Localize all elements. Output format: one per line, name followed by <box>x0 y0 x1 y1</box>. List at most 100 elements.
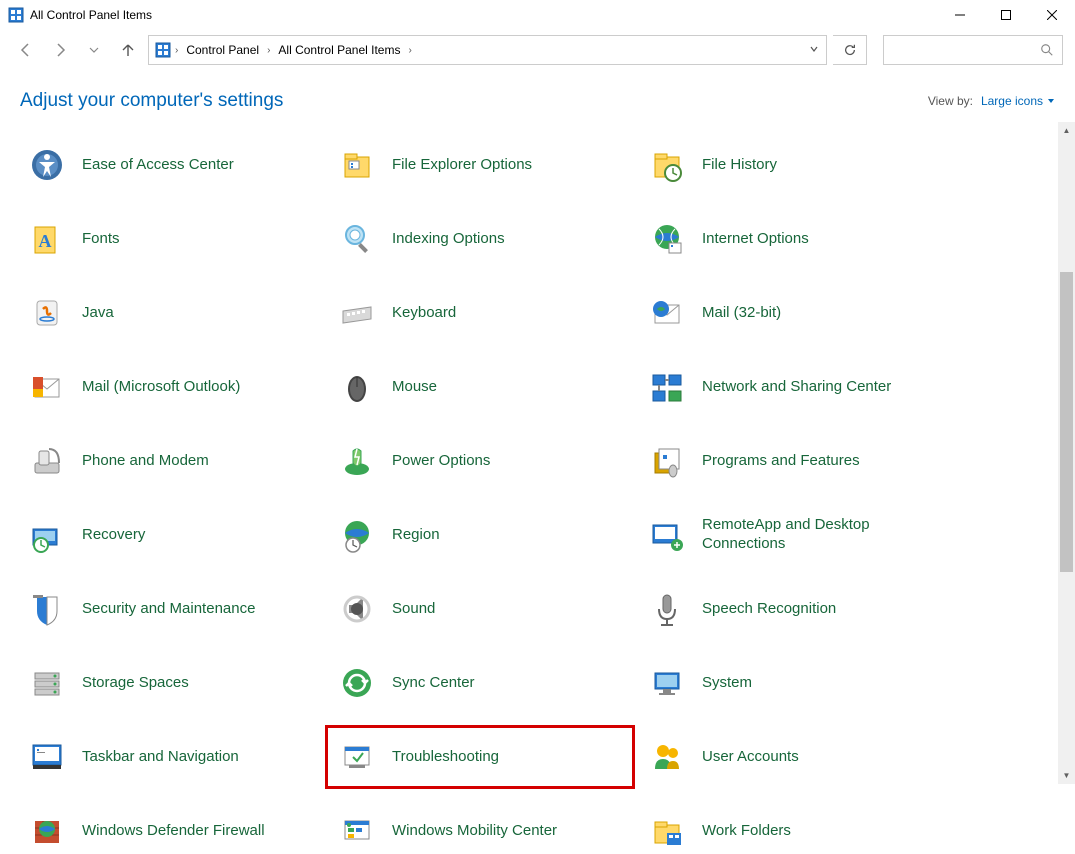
search-input[interactable] <box>883 35 1063 65</box>
cp-item-label: Work Folders <box>702 822 791 841</box>
cp-item-label: Java <box>82 304 114 323</box>
cp-item-remoteapp[interactable]: RemoteApp and Desktop Connections <box>640 512 950 558</box>
storage-icon <box>26 662 68 704</box>
cp-item-mobility[interactable]: Windows Mobility Center <box>330 808 640 854</box>
address-dropdown[interactable] <box>808 43 820 58</box>
fonts-icon: A <box>26 218 68 260</box>
cp-item-system[interactable]: System <box>640 660 950 706</box>
cp-item-keyboard[interactable]: Keyboard <box>330 290 640 336</box>
chevron-right-icon[interactable]: › <box>175 45 178 56</box>
address-bar[interactable]: › Control Panel › All Control Panel Item… <box>148 35 827 65</box>
maximize-button[interactable] <box>983 0 1029 30</box>
toolbar: › Control Panel › All Control Panel Item… <box>0 30 1075 70</box>
cp-item-sync[interactable]: Sync Center <box>330 660 640 706</box>
cp-item-network[interactable]: Network and Sharing Center <box>640 364 950 410</box>
svg-text:A: A <box>39 231 52 251</box>
cp-item-file-history[interactable]: File History <box>640 142 950 188</box>
forward-button[interactable] <box>46 36 74 64</box>
cp-item-sound[interactable]: Sound <box>330 586 640 632</box>
content-area: Ease of Access Center File Explorer Optio… <box>0 122 1075 784</box>
mobility-icon <box>336 810 378 852</box>
cp-item-troubleshooting[interactable]: Troubleshooting <box>325 725 635 789</box>
scrollbar[interactable]: ▲ ▼ <box>1058 122 1075 784</box>
cp-item-label: Speech Recognition <box>702 600 836 619</box>
cp-item-label: Phone and Modem <box>82 452 209 471</box>
system-icon <box>646 662 688 704</box>
minimize-button[interactable] <box>937 0 983 30</box>
cp-item-label: Security and Maintenance <box>82 600 255 619</box>
power-icon <box>336 440 378 482</box>
cp-item-programs[interactable]: Programs and Features <box>640 438 950 484</box>
cp-item-label: System <box>702 674 752 693</box>
mail-icon <box>646 292 688 334</box>
cp-item-label: Ease of Access Center <box>82 156 234 175</box>
chevron-right-icon[interactable]: › <box>408 45 411 56</box>
cp-item-label: Troubleshooting <box>392 748 499 767</box>
cp-item-label: Fonts <box>82 230 120 249</box>
cp-item-label: User Accounts <box>702 748 799 767</box>
keyboard-icon <box>336 292 378 334</box>
cp-item-storage[interactable]: Storage Spaces <box>20 660 330 706</box>
cp-item-firewall[interactable]: Windows Defender Firewall <box>20 808 330 854</box>
cp-item-mail-outlook[interactable]: Mail (Microsoft Outlook) <box>20 364 330 410</box>
cp-item-indexing[interactable]: Indexing Options <box>330 216 640 262</box>
cp-item-label: Recovery <box>82 526 145 545</box>
cp-item-label: Windows Defender Firewall <box>82 822 265 841</box>
scroll-up-button[interactable]: ▲ <box>1058 122 1075 139</box>
cp-item-region[interactable]: Region <box>330 512 640 558</box>
cp-item-label: Windows Mobility Center <box>392 822 557 841</box>
items-grid: Ease of Access Center File Explorer Optio… <box>20 132 1065 854</box>
cp-item-mouse[interactable]: Mouse <box>330 364 640 410</box>
work-folders-icon <box>646 810 688 852</box>
region-icon <box>336 514 378 556</box>
cp-item-internet-options[interactable]: Internet Options <box>640 216 950 262</box>
mail-outlook-icon <box>26 366 68 408</box>
breadcrumb-item[interactable]: All Control Panel Items <box>274 41 404 59</box>
java-icon <box>26 292 68 334</box>
file-history-icon <box>646 144 688 186</box>
cp-item-label: Storage Spaces <box>82 674 189 693</box>
cp-item-folder-options[interactable]: File Explorer Options <box>330 142 640 188</box>
chevron-down-icon <box>1047 97 1055 105</box>
recent-dropdown[interactable] <box>80 36 108 64</box>
search-icon <box>1040 43 1054 57</box>
cp-item-java[interactable]: Java <box>20 290 330 336</box>
cp-item-work-folders[interactable]: Work Folders <box>640 808 950 854</box>
scroll-down-button[interactable]: ▼ <box>1058 767 1075 784</box>
app-icon <box>8 7 24 23</box>
cp-item-label: File Explorer Options <box>392 156 532 175</box>
cp-item-users[interactable]: User Accounts <box>640 734 950 780</box>
cp-item-power[interactable]: Power Options <box>330 438 640 484</box>
programs-icon <box>646 440 688 482</box>
up-button[interactable] <box>114 36 142 64</box>
cp-item-mail[interactable]: Mail (32-bit) <box>640 290 950 336</box>
cp-item-label: Keyboard <box>392 304 456 323</box>
internet-options-icon <box>646 218 688 260</box>
viewby-dropdown[interactable]: Large icons <box>981 94 1055 108</box>
close-button[interactable] <box>1029 0 1075 30</box>
remoteapp-icon <box>646 514 688 556</box>
back-button[interactable] <box>12 36 40 64</box>
chevron-right-icon[interactable]: › <box>267 45 270 56</box>
indexing-icon <box>336 218 378 260</box>
breadcrumb-item[interactable]: Control Panel <box>182 41 263 59</box>
cp-item-label: Taskbar and Navigation <box>82 748 239 767</box>
taskbar-icon <box>26 736 68 778</box>
content-header: Adjust your computer's settings View by:… <box>0 70 1075 122</box>
ease-of-access-icon <box>26 144 68 186</box>
cp-item-ease-of-access[interactable]: Ease of Access Center <box>20 142 330 188</box>
cp-item-taskbar[interactable]: Taskbar and Navigation <box>20 734 330 780</box>
cp-item-security[interactable]: Security and Maintenance <box>20 586 330 632</box>
cp-item-label: Region <box>392 526 440 545</box>
cp-item-label: Sync Center <box>392 674 475 693</box>
cp-item-label: Internet Options <box>702 230 809 249</box>
cp-item-phone[interactable]: Phone and Modem <box>20 438 330 484</box>
sound-icon <box>336 588 378 630</box>
refresh-button[interactable] <box>833 35 867 65</box>
titlebar: All Control Panel Items <box>0 0 1075 30</box>
cp-item-recovery[interactable]: Recovery <box>20 512 330 558</box>
scroll-thumb[interactable] <box>1060 272 1073 572</box>
cp-item-speech[interactable]: Speech Recognition <box>640 586 950 632</box>
cp-item-fonts[interactable]: A Fonts <box>20 216 330 262</box>
speech-icon <box>646 588 688 630</box>
